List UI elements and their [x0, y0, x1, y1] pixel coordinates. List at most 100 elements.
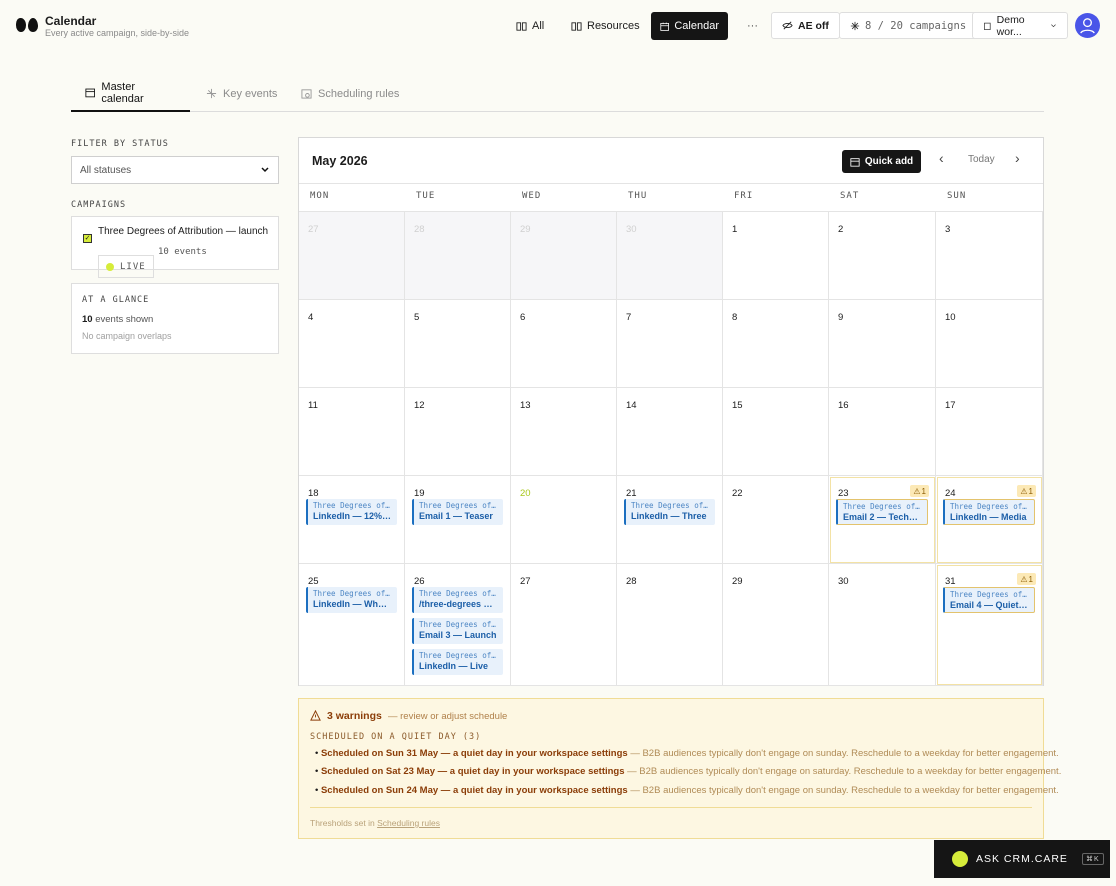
day-cell[interactable]: 20: [511, 476, 617, 564]
today-button[interactable]: Today: [968, 154, 995, 165]
warning-count: 1: [1028, 486, 1033, 496]
campaign-checkbox[interactable]: ✓: [83, 234, 92, 243]
event-chip[interactable]: Three Degrees of Attribution — launchEma…: [943, 587, 1035, 613]
day-cell[interactable]: 6: [511, 300, 617, 388]
day-cell[interactable]: 29: [723, 564, 829, 686]
day-cell[interactable]: 14: [617, 388, 723, 476]
day-number: 15: [732, 400, 743, 411]
day-cell[interactable]: 18Three Degrees of Attribution — launchL…: [299, 476, 405, 564]
day-number: 29: [732, 576, 743, 587]
event-chip[interactable]: Three Degrees of Attribution — launchEma…: [412, 618, 503, 644]
event-chip[interactable]: Three Degrees of Attribution — launchLin…: [624, 499, 715, 525]
day-cell[interactable]: 31 ⚠1 Three Degrees of Attribution — launc…: [936, 564, 1043, 686]
warning-item[interactable]: • Scheduled on Sun 31 May — a quiet day …: [315, 748, 1059, 759]
day-cell[interactable]: 30: [617, 212, 723, 300]
campaigns-counter[interactable]: 8 / 20 campaigns: [839, 12, 978, 39]
weekday-header: TUE: [416, 191, 436, 201]
warnings-panel: 3 warnings — review or adjust schedule S…: [298, 698, 1061, 839]
ask-assistant-button[interactable]: ASK CRM.CARE ⌘K: [934, 840, 1110, 878]
day-cell[interactable]: 4: [299, 300, 405, 388]
quick-add-label: Quick add: [864, 156, 914, 167]
status-filter-select[interactable]: All statuses: [71, 156, 279, 184]
day-cell[interactable]: 1: [723, 212, 829, 300]
status-filter-value: All statuses: [80, 164, 132, 176]
day-cell[interactable]: 15: [723, 388, 829, 476]
prev-month-button[interactable]: ‹: [939, 150, 944, 166]
day-cell[interactable]: 13: [511, 388, 617, 476]
warning-item[interactable]: • Scheduled on Sat 23 May — a quiet day …: [315, 766, 1061, 777]
day-number: 4: [308, 312, 314, 323]
ae-toggle-button[interactable]: AE off: [771, 12, 840, 39]
day-cell[interactable]: 9: [829, 300, 936, 388]
day-cell[interactable]: 22: [723, 476, 829, 564]
event-chip[interactable]: Three Degrees of Attribution — launchEma…: [836, 499, 928, 525]
day-cell[interactable]: 2: [829, 212, 936, 300]
day-cell[interactable]: 21Three Degrees of Attribution — launchL…: [617, 476, 723, 564]
day-cell[interactable]: 26Three Degrees of Attribution — launch/…: [405, 564, 511, 686]
day-number: 27: [308, 224, 319, 235]
building-icon: [984, 22, 991, 30]
day-cell[interactable]: 17: [936, 388, 1043, 476]
day-number: 31: [945, 576, 956, 587]
campaign-name: Three Degrees of Attribution — launch: [98, 226, 269, 237]
month-title: May 2026: [312, 154, 368, 168]
warning-badge[interactable]: ⚠ 1: [910, 485, 929, 497]
tab-label: Scheduling rules: [318, 87, 400, 100]
event-chip[interactable]: Three Degrees of Attribution — launchLin…: [306, 587, 397, 613]
avatar[interactable]: [1075, 13, 1100, 38]
day-cell[interactable]: 10: [936, 300, 1043, 388]
scheduling-rules-link[interactable]: Scheduling rules: [377, 818, 440, 828]
day-number: 16: [838, 400, 849, 411]
day-cell[interactable]: 27: [299, 212, 405, 300]
event-chip[interactable]: Three Degrees of Attribution — launchEma…: [412, 499, 503, 525]
event-title: LinkedIn — Three: [631, 511, 707, 521]
day-cell[interactable]: 12: [405, 388, 511, 476]
day-number: 26: [414, 576, 425, 587]
app-logo[interactable]: [16, 18, 38, 32]
tab-scheduling-rules[interactable]: Scheduling rules: [287, 75, 413, 112]
warning-item[interactable]: • Scheduled on Sun 24 May — a quiet day …: [315, 785, 1059, 796]
day-cell[interactable]: 28: [617, 564, 723, 686]
event-title: Email 2 — Technical: [843, 512, 922, 522]
day-number: 11: [308, 400, 318, 411]
day-number: 14: [626, 400, 637, 411]
weekday-header: THU: [628, 191, 648, 201]
day-cell[interactable]: 7: [617, 300, 723, 388]
nav-resources[interactable]: Resources: [562, 12, 649, 40]
day-cell[interactable]: 25Three Degrees of Attribution — launchL…: [299, 564, 405, 686]
warning-count: 1: [921, 486, 926, 496]
nav-all[interactable]: All: [507, 12, 553, 40]
day-cell[interactable]: 19Three Degrees of Attribution — launchE…: [405, 476, 511, 564]
tab-key-events[interactable]: Key events: [192, 75, 291, 112]
event-chip[interactable]: Three Degrees of Attribution — launchLin…: [943, 499, 1035, 525]
more-menu-button[interactable]: ···: [738, 12, 767, 40]
warnings-title: 3 warnings: [327, 710, 382, 722]
event-chip[interactable]: Three Degrees of Attribution — launchLin…: [412, 649, 503, 675]
day-cell[interactable]: 23 ⚠1 Three Degrees of Attribution — launc…: [829, 476, 936, 564]
glance-label: AT A GLANCE: [82, 295, 150, 305]
event-chip[interactable]: Three Degrees of Attribution — launch/th…: [412, 587, 503, 613]
day-cell[interactable]: 3: [936, 212, 1043, 300]
nav-calendar[interactable]: Calendar: [651, 12, 728, 40]
quick-add-button[interactable]: Quick add: [842, 150, 921, 173]
day-cell[interactable]: 28: [405, 212, 511, 300]
warning-badge[interactable]: ⚠ 1: [1017, 485, 1036, 497]
day-cell[interactable]: 27: [511, 564, 617, 686]
day-cell[interactable]: 30: [829, 564, 936, 686]
next-month-button[interactable]: ›: [1015, 150, 1020, 166]
day-cell[interactable]: 24 ⚠1 Three Degrees of Attribution — launc…: [936, 476, 1043, 564]
warning-badge[interactable]: ⚠ 1: [1017, 573, 1036, 585]
day-cell[interactable]: 29: [511, 212, 617, 300]
nav-all-label: All: [532, 20, 545, 32]
day-cell[interactable]: 11: [299, 388, 405, 476]
tab-master-calendar[interactable]: Master calendar: [71, 75, 190, 112]
day-cell[interactable]: 16: [829, 388, 936, 476]
day-number: 12: [414, 400, 425, 411]
ae-toggle-label: AE off: [798, 19, 829, 32]
warning-icon: ⚠: [1020, 486, 1028, 496]
workspace-switcher[interactable]: Demo wor...: [972, 12, 1068, 39]
day-cell[interactable]: 8: [723, 300, 829, 388]
day-cell[interactable]: 5: [405, 300, 511, 388]
day-number: 28: [414, 224, 425, 235]
event-chip[interactable]: Three Degrees of Attribution — launchLin…: [306, 499, 397, 525]
